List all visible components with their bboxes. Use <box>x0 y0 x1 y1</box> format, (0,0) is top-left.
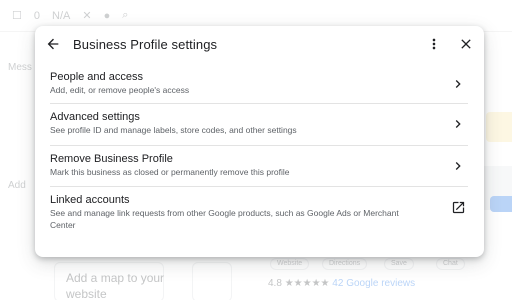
settings-item-people-and-access[interactable]: People and access Add, edit, or remove p… <box>50 64 468 104</box>
settings-item-linked-accounts[interactable]: Linked accounts See and manage link requ… <box>50 187 468 242</box>
open-in-new-icon <box>448 197 468 217</box>
dialog-header: Business Profile settings <box>35 26 484 64</box>
item-title: People and access <box>50 71 143 83</box>
close-button[interactable] <box>455 33 477 55</box>
item-title: Remove Business Profile <box>50 153 173 165</box>
item-description: Mark this business as closed or permanen… <box>50 167 290 177</box>
more-vert-icon <box>432 38 436 50</box>
back-button[interactable] <box>42 33 64 55</box>
settings-item-advanced-settings[interactable]: Advanced settings See profile ID and man… <box>50 104 468 146</box>
more-options-button[interactable] <box>423 33 445 55</box>
item-description: Add, edit, or remove people's access <box>50 85 190 95</box>
arrow-back-icon <box>47 38 59 50</box>
business-profile-settings-dialog: Business Profile settings People and acc… <box>35 26 484 257</box>
chevron-right-icon <box>448 114 468 134</box>
chevron-right-icon <box>448 74 468 94</box>
item-title: Advanced settings <box>50 111 140 123</box>
settings-list: People and access Add, edit, or remove p… <box>50 64 468 242</box>
item-description: See profile ID and manage labels, store … <box>50 125 297 135</box>
settings-item-remove-business-profile[interactable]: Remove Business Profile Mark this busine… <box>50 146 468 187</box>
close-icon <box>461 39 471 49</box>
item-description: See and manage link requests from other … <box>50 208 399 230</box>
chevron-right-icon <box>448 156 468 176</box>
dialog-title: Business Profile settings <box>73 37 218 52</box>
item-title: Linked accounts <box>50 194 130 206</box>
